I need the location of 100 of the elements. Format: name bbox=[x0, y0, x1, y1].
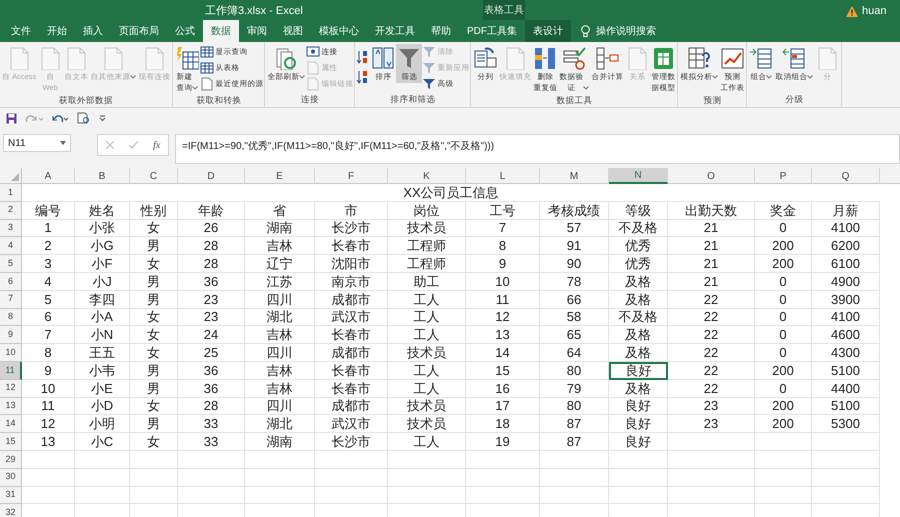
table-cell: 200 bbox=[755, 255, 812, 273]
column-header[interactable]: E bbox=[245, 168, 315, 184]
table-cell: 22 bbox=[668, 344, 755, 362]
row-header[interactable]: 29 bbox=[0, 450, 22, 469]
table-cell: 湖北 bbox=[245, 308, 315, 326]
table-cell: 21 bbox=[668, 272, 755, 291]
ribbon-tab[interactable]: PDF工具集 bbox=[459, 20, 525, 42]
tell-me-search[interactable]: 操作说明搜索 bbox=[596, 24, 656, 38]
column-header[interactable]: P bbox=[755, 168, 812, 184]
table-cell: 小N bbox=[75, 326, 130, 344]
column-header[interactable]: K bbox=[388, 168, 466, 184]
row-header[interactable]: 3 bbox=[0, 220, 22, 238]
ribbon-tab[interactable]: 帮助 bbox=[423, 20, 459, 42]
ribbon-tab[interactable]: 页面布局 bbox=[111, 20, 167, 42]
row-header[interactable]: 1 bbox=[0, 184, 22, 202]
save-icon[interactable] bbox=[6, 112, 17, 124]
empty-cell bbox=[178, 450, 245, 469]
forecast-chart-icon bbox=[720, 46, 744, 70]
name-box[interactable]: N11 bbox=[3, 134, 71, 152]
table-cell: 200 bbox=[755, 362, 812, 380]
row-header[interactable]: 32 bbox=[0, 504, 22, 517]
column-header[interactable]: N bbox=[609, 168, 668, 184]
table-cell: 28 bbox=[178, 237, 245, 256]
row-header[interactable]: 13 bbox=[0, 398, 22, 416]
ribbon-tab[interactable]: 表设计 bbox=[525, 20, 571, 42]
group-label: 连接 bbox=[300, 92, 319, 106]
table-cell: 87 bbox=[540, 415, 609, 434]
sort-ascending-icon[interactable] bbox=[356, 50, 368, 64]
group-label: 获取和转换 bbox=[196, 94, 242, 106]
table-cell: 小明 bbox=[75, 415, 130, 434]
ribbon-tab[interactable]: 视图 bbox=[275, 20, 311, 42]
empty-cell bbox=[812, 433, 880, 451]
lightbulb-icon[interactable] bbox=[581, 24, 590, 38]
column-header[interactable]: F bbox=[315, 168, 388, 184]
group-label: 排序和筛选 bbox=[390, 92, 436, 106]
table-cell: 22 bbox=[668, 380, 755, 398]
ribbon-tab[interactable]: 数据 bbox=[203, 20, 239, 42]
column-header[interactable]: D bbox=[178, 168, 245, 184]
formula-field[interactable]: =IF(M11>=90,"优秀",IF(M11>=80,"良好",IF(M11>=60,"及格","不及格"))) bbox=[175, 134, 900, 164]
ribbon-tab[interactable]: 开发工具 bbox=[367, 20, 423, 42]
table-cell: 23 bbox=[668, 398, 755, 416]
ribbon-tab[interactable]: 模板中心 bbox=[311, 20, 367, 42]
table-cell: 200 bbox=[755, 415, 812, 434]
table-cell: 不及格 bbox=[609, 308, 668, 326]
table-cell: 0 bbox=[755, 326, 812, 344]
table-cell: 23 bbox=[178, 308, 245, 326]
table-cell: 男 bbox=[130, 237, 178, 256]
row-header[interactable]: 10 bbox=[0, 344, 22, 362]
ribbon-tab[interactable]: 插入 bbox=[75, 20, 111, 42]
empty-cell bbox=[609, 468, 668, 487]
row-header[interactable]: 11 bbox=[0, 362, 22, 380]
row-header[interactable]: 7 bbox=[0, 290, 22, 309]
table-cell: 13 bbox=[22, 433, 75, 451]
row-header[interactable]: 9 bbox=[0, 326, 22, 344]
table-cell: 编号 bbox=[22, 202, 75, 220]
column-header[interactable]: Q bbox=[812, 168, 880, 184]
ribbon-tab[interactable]: 文件 bbox=[3, 20, 39, 42]
customize-toolbar-icon[interactable] bbox=[99, 115, 106, 121]
sort-descending-icon[interactable] bbox=[356, 70, 368, 84]
row-header[interactable]: 30 bbox=[0, 468, 22, 487]
user-name[interactable]: huan bbox=[862, 3, 886, 20]
table-cell: 4300 bbox=[812, 344, 880, 362]
table-cell: 10 bbox=[466, 272, 540, 291]
row-header[interactable]: 12 bbox=[0, 380, 22, 398]
table-cell: 省 bbox=[245, 202, 315, 220]
row-header[interactable]: 5 bbox=[0, 255, 22, 273]
row-header[interactable]: 8 bbox=[0, 308, 22, 326]
table-cell: 6200 bbox=[812, 237, 880, 256]
row-header[interactable]: 31 bbox=[0, 486, 22, 504]
table-cell: 吉林 bbox=[245, 237, 315, 256]
empty-cell bbox=[755, 468, 812, 487]
table-cell: 4400 bbox=[812, 380, 880, 398]
table-cell: 10 bbox=[22, 380, 75, 398]
column-header[interactable]: O bbox=[668, 168, 755, 184]
column-header[interactable]: B bbox=[75, 168, 130, 184]
group-label: 分级 bbox=[785, 92, 804, 106]
column-header[interactable]: L bbox=[466, 168, 540, 184]
ribbon-tab[interactable]: 开始 bbox=[39, 20, 75, 42]
row-header[interactable]: 6 bbox=[0, 272, 22, 291]
table-cell: 小J bbox=[75, 272, 130, 291]
row-header[interactable]: 2 bbox=[0, 202, 22, 220]
table-cell: 57 bbox=[540, 220, 609, 238]
row-header[interactable]: 4 bbox=[0, 237, 22, 256]
ribbon-tab[interactable]: 审阅 bbox=[239, 20, 275, 42]
table-cell: 及格 bbox=[609, 326, 668, 344]
table-cell: 吉林 bbox=[245, 380, 315, 398]
undo-icon[interactable] bbox=[51, 112, 69, 124]
ribbon-tab[interactable]: 公式 bbox=[167, 20, 203, 42]
print-preview-icon[interactable] bbox=[77, 112, 91, 124]
column-header[interactable]: C bbox=[130, 168, 178, 184]
column-header[interactable]: A bbox=[22, 168, 75, 184]
table-cell: 5300 bbox=[812, 415, 880, 434]
table-cell: 25 bbox=[178, 344, 245, 362]
table-cell: 男 bbox=[130, 415, 178, 434]
row-header[interactable]: 14 bbox=[0, 415, 22, 434]
table-cell: 4100 bbox=[812, 308, 880, 326]
row-header[interactable]: 15 bbox=[0, 433, 22, 451]
insert-function-button[interactable]: fx bbox=[153, 138, 160, 152]
table-cell: 33 bbox=[178, 415, 245, 434]
table-cell: 女 bbox=[130, 326, 178, 344]
